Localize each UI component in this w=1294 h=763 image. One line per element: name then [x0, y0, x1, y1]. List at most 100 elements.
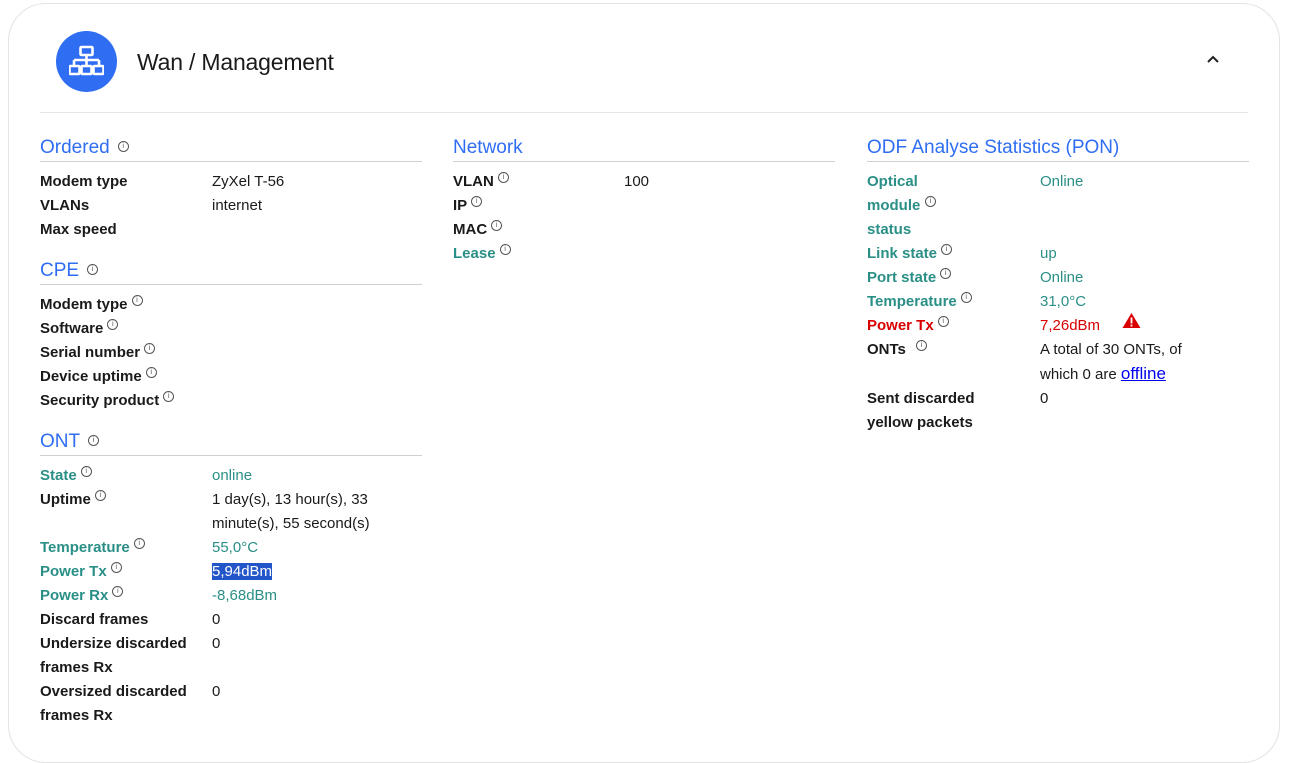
field-value: [212, 389, 422, 413]
field-value: -8,68dBm: [212, 587, 278, 604]
field-value: 1 day(s), 13 hour(s), 33 minute(s), 55 s…: [212, 491, 370, 532]
info-icon[interactable]: i: [117, 140, 129, 152]
info-icon[interactable]: i: [133, 538, 145, 549]
ont-section: ONT i State i online Uptime i 1 day(s), 13…: [40, 429, 422, 728]
info-icon[interactable]: i: [497, 172, 509, 183]
list-item: IP i: [453, 194, 835, 218]
info-icon[interactable]: i: [499, 244, 511, 255]
field-value: [212, 365, 422, 389]
info-icon[interactable]: i: [960, 292, 972, 303]
field-value: 31,0°C: [1040, 293, 1087, 310]
field-label: Serial number: [40, 344, 141, 361]
info-icon[interactable]: i: [144, 343, 156, 354]
info-icon[interactable]: i: [925, 196, 936, 207]
field-label: Lease: [453, 245, 496, 262]
field-label: Power Rx: [40, 587, 109, 604]
field-value: up: [1040, 245, 1057, 262]
field-label: Uptime: [40, 491, 91, 508]
info-icon[interactable]: i: [88, 434, 100, 446]
list-item: Modem type ZyXel T-56: [40, 170, 422, 194]
field-value: Online: [1040, 173, 1084, 190]
field-label: Power Tx: [867, 317, 934, 334]
field-label: State: [40, 467, 77, 484]
field-value: 0: [212, 683, 221, 700]
field-label: Optical module status: [867, 173, 921, 238]
warning-icon: [1122, 312, 1141, 337]
info-icon[interactable]: i: [94, 490, 106, 501]
list-item: Modem type i: [40, 293, 422, 317]
list-item: Temperature i 55,0°C: [40, 536, 422, 560]
field-label: ONTs: [867, 341, 906, 358]
info-icon[interactable]: i: [471, 196, 483, 207]
field-value: [212, 218, 422, 242]
field-label: Max speed: [40, 221, 117, 238]
field-label: Modem type: [40, 296, 128, 313]
field-label: Device uptime: [40, 368, 142, 385]
info-icon[interactable]: i: [110, 562, 122, 573]
info-icon[interactable]: i: [915, 340, 927, 351]
info-icon[interactable]: i: [937, 316, 949, 327]
field-value: 7,26dBm: [1040, 317, 1101, 334]
field-label: Link state: [867, 245, 938, 262]
info-icon[interactable]: i: [940, 268, 952, 279]
list-item: Optical module status i Online: [867, 170, 1249, 242]
list-item: Power Rx i -8,68dBm: [40, 584, 422, 608]
list-item: ONTs i A total of 30 ONTs, of which 0 are…: [867, 338, 1249, 387]
collapse-button[interactable]: [1201, 48, 1225, 72]
list-item: Serial number i: [40, 341, 422, 365]
info-icon[interactable]: i: [107, 319, 119, 330]
info-icon[interactable]: i: [163, 391, 175, 402]
list-item: Software i: [40, 317, 422, 341]
info-icon[interactable]: i: [941, 244, 953, 255]
info-icon[interactable]: i: [87, 263, 99, 275]
field-value: [212, 293, 422, 317]
field-value: 55,0°C: [212, 539, 259, 556]
offline-link[interactable]: offline: [1121, 364, 1166, 383]
list-item: MAC i: [453, 218, 835, 242]
info-icon[interactable]: i: [145, 367, 157, 378]
list-item: Power Tx i 7,26dBm: [867, 312, 1249, 338]
section-title-ont: ONT: [40, 431, 81, 452]
field-label: Port state: [867, 269, 937, 286]
list-item: Max speed: [40, 218, 422, 242]
network-icon: [56, 31, 117, 92]
column-right: ODF Analyse Statistics (PON) Optical mod…: [867, 135, 1249, 451]
field-label: Sent discarded yellow packets: [867, 390, 975, 431]
field-value: online: [212, 467, 253, 484]
field-value: [624, 194, 835, 218]
chevron-up-icon: [1207, 55, 1219, 63]
field-label: Software: [40, 320, 104, 337]
list-item: Sent discarded yellow packets 0: [867, 387, 1249, 435]
field-value: 0: [212, 611, 221, 628]
field-label: Power Tx: [40, 563, 107, 580]
field-value: [212, 317, 422, 341]
page-title: Wan / Management: [137, 49, 334, 75]
odf-section: ODF Analyse Statistics (PON) Optical mod…: [867, 135, 1249, 435]
column-left: Ordered i Modem type ZyXel T-56 VLANs in…: [40, 135, 422, 744]
list-item: Lease i: [453, 242, 835, 266]
list-item: VLAN i 100: [453, 170, 835, 194]
field-label: VLANs: [40, 197, 90, 214]
field-value: 5,94dBm: [212, 563, 273, 580]
list-item: State i online: [40, 464, 422, 488]
info-icon[interactable]: i: [131, 295, 143, 306]
list-item: Port state i Online: [867, 266, 1249, 290]
field-label: Modem type: [40, 173, 128, 190]
field-label: Temperature: [40, 539, 130, 556]
field-label: Temperature: [867, 293, 957, 310]
ordered-section: Ordered i Modem type ZyXel T-56 VLANs in…: [40, 135, 422, 242]
list-item: Power Tx i 5,94dBm: [40, 560, 422, 584]
info-icon[interactable]: i: [491, 220, 503, 231]
section-title-cpe: CPE: [40, 260, 80, 281]
field-value: 100: [624, 173, 650, 190]
field-label: Oversized discarded frames Rx: [40, 683, 187, 724]
list-item: VLANs internet: [40, 194, 422, 218]
column-middle: Network VLAN i 100 IP i MAC i Lease i: [453, 135, 835, 282]
info-icon[interactable]: i: [112, 586, 124, 597]
field-value: 0: [1040, 390, 1049, 407]
field-label: Undersize discarded frames Rx: [40, 635, 187, 676]
field-value: [624, 218, 835, 242]
field-value: 0: [212, 635, 221, 652]
network-section: Network VLAN i 100 IP i MAC i Lease i: [453, 135, 835, 266]
info-icon[interactable]: i: [80, 466, 92, 477]
